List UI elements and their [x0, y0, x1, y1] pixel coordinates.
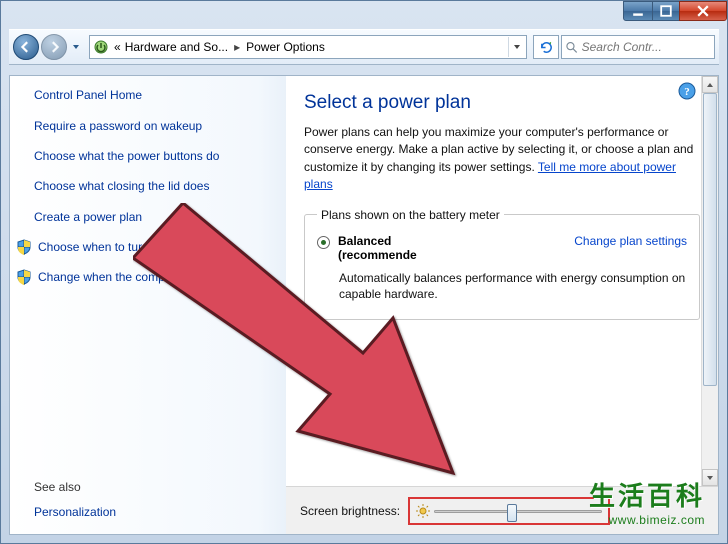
vertical-scrollbar[interactable]: [701, 76, 718, 486]
sidebar-link-computer-sleeps[interactable]: Change when the computer sleeps: [38, 269, 223, 285]
close-icon: [697, 5, 709, 17]
close-button[interactable]: [679, 1, 727, 21]
forward-button[interactable]: [41, 34, 67, 60]
slider-track: [434, 510, 602, 513]
chevron-down-icon: [513, 43, 521, 51]
address-dropdown-button[interactable]: [508, 37, 524, 57]
chevron-down-icon: [706, 474, 714, 482]
nav-history-dropdown[interactable]: [69, 34, 83, 60]
plan-recommended-label: (recommende: [338, 248, 417, 262]
shield-icon: [16, 239, 32, 255]
address-bar[interactable]: « Hardware and So... ▸ Power Options: [89, 35, 527, 59]
scroll-down-button[interactable]: [702, 469, 718, 486]
scroll-up-button[interactable]: [702, 76, 718, 93]
breadcrumb-sep-icon: ▸: [234, 40, 240, 54]
control-panel-home-link[interactable]: Control Panel Home: [34, 88, 268, 102]
search-input[interactable]: [582, 40, 710, 54]
power-options-icon: [92, 38, 110, 56]
chevron-up-icon: [706, 81, 714, 89]
brightness-slider[interactable]: [434, 503, 602, 519]
screen-brightness-label: Screen brightness:: [300, 504, 400, 518]
minimize-icon: [632, 5, 644, 17]
refresh-icon: [539, 40, 554, 55]
plan-name: Balanced: [338, 234, 391, 248]
refresh-button[interactable]: [533, 35, 559, 59]
slider-thumb[interactable]: [507, 504, 517, 522]
search-icon: [566, 41, 578, 54]
sidebar-link-turn-off-display[interactable]: Choose when to turn off the display: [38, 239, 226, 255]
plan-description: Automatically balances performance with …: [339, 270, 687, 304]
sidebar-link-create-plan[interactable]: Create a power plan: [34, 209, 268, 225]
back-button[interactable]: [13, 34, 39, 60]
brightness-highlight-box: [408, 497, 610, 525]
shield-icon: [16, 269, 32, 285]
chevron-down-icon: [72, 43, 80, 51]
plan-balanced-radio[interactable]: [317, 236, 330, 249]
sidebar-link-personalization[interactable]: Personalization: [34, 504, 268, 520]
sidebar-link-power-buttons[interactable]: Choose what the power buttons do: [34, 148, 268, 164]
arrow-left-icon: [20, 41, 32, 53]
maximize-button[interactable]: [652, 1, 680, 21]
search-box[interactable]: [561, 35, 715, 59]
sidebar-link-closing-lid[interactable]: Choose what closing the lid does: [34, 178, 268, 194]
sun-dim-icon: [416, 504, 430, 518]
see-also-header: See also: [34, 480, 268, 494]
help-button[interactable]: ?: [678, 82, 696, 100]
breadcrumb-seg1[interactable]: « Hardware and So...: [114, 40, 228, 54]
minimize-button[interactable]: [623, 1, 653, 21]
page-description: Power plans can help you maximize your c…: [304, 124, 700, 194]
plans-legend: Plans shown on the battery meter: [317, 208, 504, 222]
scrollbar-thumb[interactable]: [703, 93, 717, 386]
plans-fieldset: Plans shown on the battery meter Balance…: [304, 208, 700, 321]
change-plan-settings-link[interactable]: Change plan settings: [574, 234, 687, 248]
arrow-right-icon: [48, 41, 60, 53]
svg-text:?: ?: [684, 86, 690, 98]
scrollbar-track[interactable]: [702, 93, 718, 469]
maximize-icon: [660, 5, 672, 17]
sidebar-link-password-wakeup[interactable]: Require a password on wakeup: [34, 118, 268, 134]
breadcrumb-seg2[interactable]: Power Options: [246, 40, 325, 54]
help-icon: ?: [678, 82, 696, 100]
page-title: Select a power plan: [304, 92, 700, 114]
